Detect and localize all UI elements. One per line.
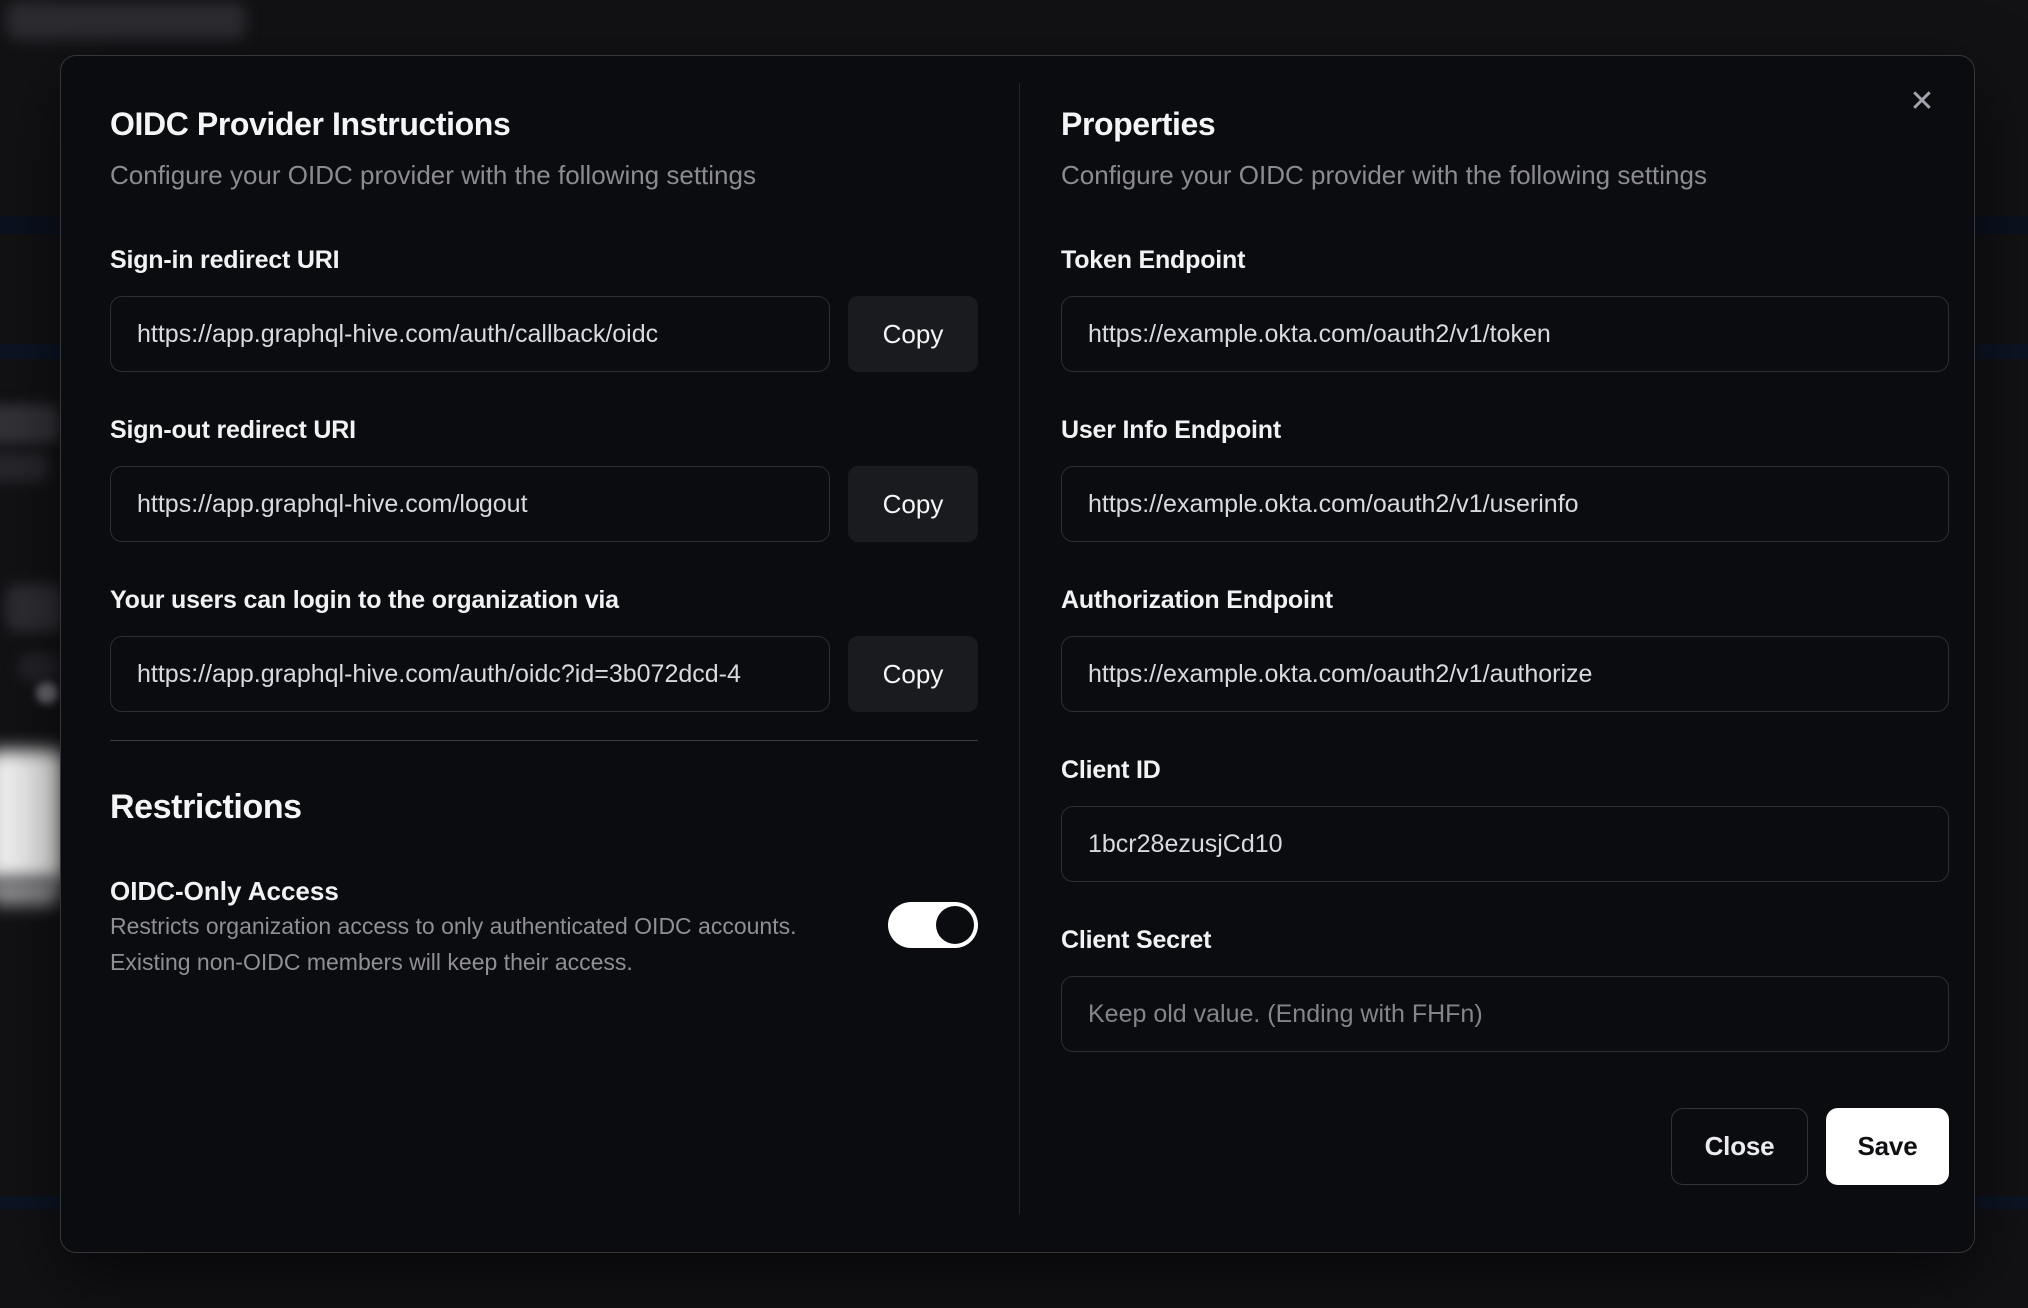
background-logo-blur [6,2,246,40]
toggle-knob-icon [936,906,974,944]
token-endpoint-field [1061,296,1949,372]
instructions-title: OIDC Provider Instructions [110,106,511,142]
signout-redirect-uri-field: Copy [110,466,978,542]
authorization-endpoint-label: Authorization Endpoint [1061,586,1333,614]
dialog-actions: Close Save [1061,1108,1949,1185]
authorization-endpoint-input[interactable] [1061,636,1949,712]
client-secret-input[interactable] [1061,976,1949,1052]
userinfo-endpoint-label: User Info Endpoint [1061,416,1281,444]
org-login-url-label: Your users can login to the organization… [110,586,619,614]
background-text-blur [18,652,60,682]
restrictions-title: Restrictions [110,788,302,826]
background-button-blur [0,750,64,882]
client-id-input[interactable] [1061,806,1949,882]
background-dot-blur [36,682,58,704]
copy-signout-button[interactable]: Copy [848,466,978,542]
signout-redirect-uri-input[interactable] [110,466,830,542]
background-text-blur [0,404,60,444]
save-button[interactable]: Save [1826,1108,1949,1185]
userinfo-endpoint-input[interactable] [1061,466,1949,542]
signin-redirect-uri-label: Sign-in redirect URI [110,246,340,274]
userinfo-endpoint-field [1061,466,1949,542]
client-id-field [1061,806,1949,882]
oidc-only-toggle[interactable] [888,902,978,948]
org-login-url-input[interactable] [110,636,830,712]
org-login-url-field: Copy [110,636,978,712]
background-text-blur [0,452,50,482]
signin-redirect-uri-field: Copy [110,296,978,372]
background-text-blur [6,584,64,632]
signout-redirect-uri-label: Sign-out redirect URI [110,416,356,444]
oidc-only-access-description: Restricts organization access to only au… [110,913,797,939]
section-divider [110,740,978,741]
oidc-settings-dialog: ✕ OIDC Provider Instructions Configure y… [60,55,1975,1253]
copy-org-login-button[interactable]: Copy [848,636,978,712]
client-secret-field [1061,976,1949,1052]
properties-panel: Properties Configure your OIDC provider … [1019,56,1974,1252]
authorization-endpoint-field [1061,636,1949,712]
client-id-label: Client ID [1061,756,1161,784]
screen: ✕ OIDC Provider Instructions Configure y… [0,0,2028,1308]
token-endpoint-input[interactable] [1061,296,1949,372]
close-button[interactable]: Close [1671,1108,1808,1185]
signin-redirect-uri-input[interactable] [110,296,830,372]
token-endpoint-label: Token Endpoint [1061,246,1246,274]
properties-title: Properties [1061,106,1216,142]
client-secret-label: Client Secret [1061,926,1212,954]
properties-subtitle: Configure your OIDC provider with the fo… [1061,160,1707,190]
instructions-panel: OIDC Provider Instructions Configure you… [61,56,1019,1252]
copy-signin-button[interactable]: Copy [848,296,978,372]
oidc-only-access-text: OIDC-Only Access Restricts organization … [110,874,978,980]
oidc-only-access-row: OIDC-Only Access Restricts organization … [110,874,978,980]
instructions-subtitle: Configure your OIDC provider with the fo… [110,160,756,190]
oidc-only-access-label: OIDC-Only Access [110,876,339,906]
oidc-only-access-description: Existing non-OIDC members will keep thei… [110,949,633,975]
background-text-blur [0,878,60,906]
